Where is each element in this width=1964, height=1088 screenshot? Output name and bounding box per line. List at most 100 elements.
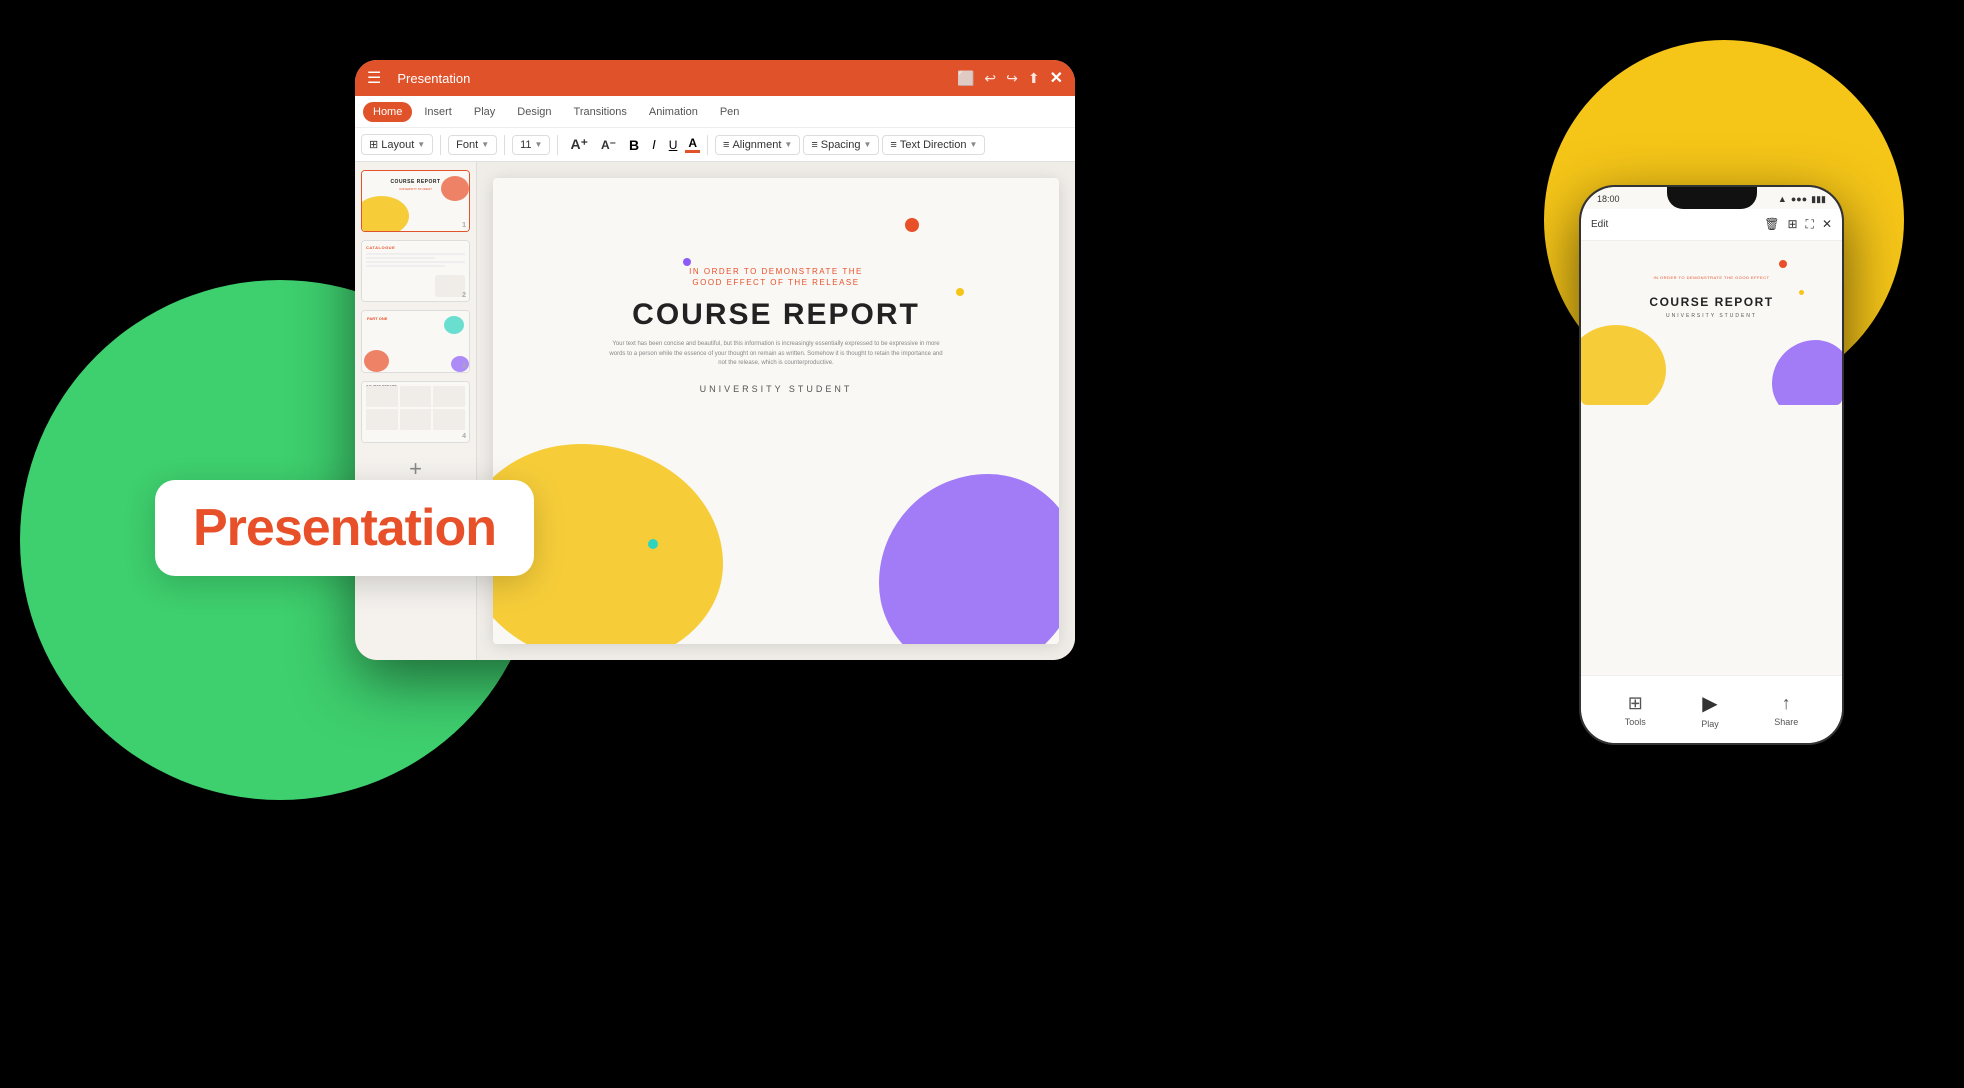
presentation-label-text: Presentation [193,499,496,557]
thumb2-line-2 [366,257,435,259]
slide-thumb-3[interactable]: PART ONE 3 [361,310,470,372]
phone-battery-icon: ▮▮▮ [1811,194,1826,205]
phone-notch [1667,187,1757,209]
font-color-button[interactable]: A [685,136,700,153]
phone-play-item[interactable]: ▶ Play [1701,691,1719,729]
tablet-icon[interactable]: ⬜ [957,70,974,87]
phone-slide-purple-shape [1772,340,1842,405]
underline-button[interactable]: U [664,136,683,154]
alignment-caret-icon: ▼ [784,140,792,149]
menu-icon[interactable]: ☰ [367,68,381,88]
slide-thumb-2-content: CATALOGUE [362,241,469,301]
phone-fullscreen-icon[interactable]: ⛶ [1806,217,1814,232]
thumb2-catalogue: CATALOGUE [366,245,395,250]
phone-delete-icon[interactable]: 🗑 [1764,217,1779,232]
thumb1-title: COURSE REPORT [390,179,440,185]
thumb4-cell-6 [433,409,465,430]
tab-pen[interactable]: Pen [710,102,750,122]
thumb1-sub: UNIVERSITY STUDENT [399,187,432,191]
thumb1-orange-shape [441,176,469,201]
thumb3-orange-shape [364,350,389,372]
font-button[interactable]: Font ▼ [448,135,497,155]
thumb2-shape [435,275,465,297]
font-label: Font [456,139,478,151]
phone-status-icons: ▲ ●●● ▮▮▮ [1778,194,1826,205]
thumb2-line-4 [366,265,445,267]
phone-play-label: Play [1701,719,1719,729]
thumb3-label: PART ONE [367,316,387,321]
phone-main-area: IN ORDER TO DEMONSTRATE THE GOOD EFFECT … [1581,241,1842,675]
font-size-button[interactable]: 11 ▼ [512,135,550,155]
tablet-content-area: COURSE REPORT UNIVERSITY STUDENT 1 CATAL… [355,162,1075,660]
fontsize-caret-icon: ▼ [535,140,543,149]
spacing-button[interactable]: ≡ Spacing ▼ [803,135,879,155]
phone-slide-dot-yellow [1799,290,1804,295]
tab-transitions[interactable]: Transitions [564,102,637,122]
thumb4-cell-4 [366,409,398,430]
phone-toolbar: Edit 🗑 ⊞ ⛶ ✕ [1581,209,1842,241]
phone-tools-icon: ⊞ [1628,693,1643,714]
text-direction-button[interactable]: ≡ Text Direction ▼ [882,135,985,155]
slide-dot-purple [683,258,691,266]
thumb3-purple-shape [451,356,469,372]
spacing-icon: ≡ [811,139,817,151]
slide-num-3: 3 [462,363,466,370]
tab-animation[interactable]: Animation [639,102,708,122]
phone-slide-yellow-shape [1581,325,1666,405]
slide-dot-orange [905,218,919,232]
thumb2-line-3 [366,261,465,263]
thumb4-cell-2 [400,386,432,407]
phone-screen: 18:00 ▲ ●●● ▮▮▮ Edit 🗑 ⊞ ⛶ ✕ [1581,187,1842,743]
font-grow-icon[interactable]: A⁺ [565,134,593,155]
phone-share-icon: ↑ [1782,693,1791,714]
toolbar-divider-2 [504,135,505,155]
tablet-titlebar: ☰ Presentation ⬜ ↩ ↪ ⬆ ✕ [355,60,1075,96]
phone-slide-dot-orange [1779,260,1787,268]
text-direction-icon: ≡ [890,139,896,151]
font-shrink-icon[interactable]: A⁻ [596,136,621,154]
phone-tools-item[interactable]: ⊞ Tools [1625,693,1646,727]
phone-close-icon[interactable]: ✕ [1822,217,1832,232]
phone-bottom-bar: ⊞ Tools ▶ Play ↑ Share [1581,675,1842,743]
layout-button[interactable]: ⊞ Layout ▼ [361,134,433,155]
slide-thumb-4-content: COURSE REPORT [362,382,469,442]
thumb2-line-1 [366,253,465,255]
thumb4-cell-1 [366,386,398,407]
slide-thumb-2[interactable]: CATALOGUE 2 [361,240,470,302]
titlebar-icons: ⬜ ↩ ↪ ⬆ ✕ [957,68,1063,88]
slide-subtitle-top: IN ORDER TO DEMONSTRATE THEGOOD EFFECT O… [689,266,863,288]
phone-toolbar-icons: 🗑 ⊞ ⛶ ✕ [1764,217,1832,232]
slides-panel: COURSE REPORT UNIVERSITY STUDENT 1 CATAL… [355,162,477,660]
tab-play[interactable]: Play [464,102,505,122]
alignment-icon: ≡ [723,139,729,151]
phone-share-item[interactable]: ↑ Share [1774,693,1798,727]
share-icon[interactable]: ⬆ [1028,70,1040,87]
toolbar-divider-4 [707,135,708,155]
undo-icon[interactable]: ↩ [984,70,996,87]
slide-thumb-1[interactable]: COURSE REPORT UNIVERSITY STUDENT 1 [361,170,470,232]
slide-dot-teal [648,539,658,549]
slide-thumb-3-inner: PART ONE [362,311,469,371]
close-icon[interactable]: ✕ [1050,68,1063,88]
phone-grid-icon[interactable]: ⊞ [1787,217,1797,232]
tablet-nav-tabs: Home Insert Play Design Transitions Anim… [355,96,1075,128]
slide-num-2: 2 [462,292,466,299]
phone-edit-button[interactable]: Edit [1591,219,1608,230]
phone-slide-title: COURSE REPORT [1649,295,1773,309]
bold-button[interactable]: B [624,135,644,155]
tablet-toolbar: ⊞ Layout ▼ Font ▼ 11 ▼ A⁺ A⁻ B I U A ≡ [355,128,1075,162]
italic-button[interactable]: I [647,135,661,154]
alignment-button[interactable]: ≡ Alignment ▼ [715,135,800,155]
tab-design[interactable]: Design [507,102,561,122]
slide-thumb-4[interactable]: COURSE REPORT 4 [361,381,470,443]
font-size-value: 11 [520,139,531,151]
slide-subtitle-bottom: UNIVERSITY STUDENT [700,384,853,394]
redo-icon[interactable]: ↪ [1006,70,1018,87]
phone-play-icon: ▶ [1702,691,1717,716]
tab-home[interactable]: Home [363,102,412,122]
slide-dot-yellow [956,288,964,296]
text-direction-caret-icon: ▼ [969,140,977,149]
slide-num-4: 4 [462,433,466,440]
tab-insert[interactable]: Insert [414,102,462,122]
alignment-label: Alignment [732,139,781,151]
